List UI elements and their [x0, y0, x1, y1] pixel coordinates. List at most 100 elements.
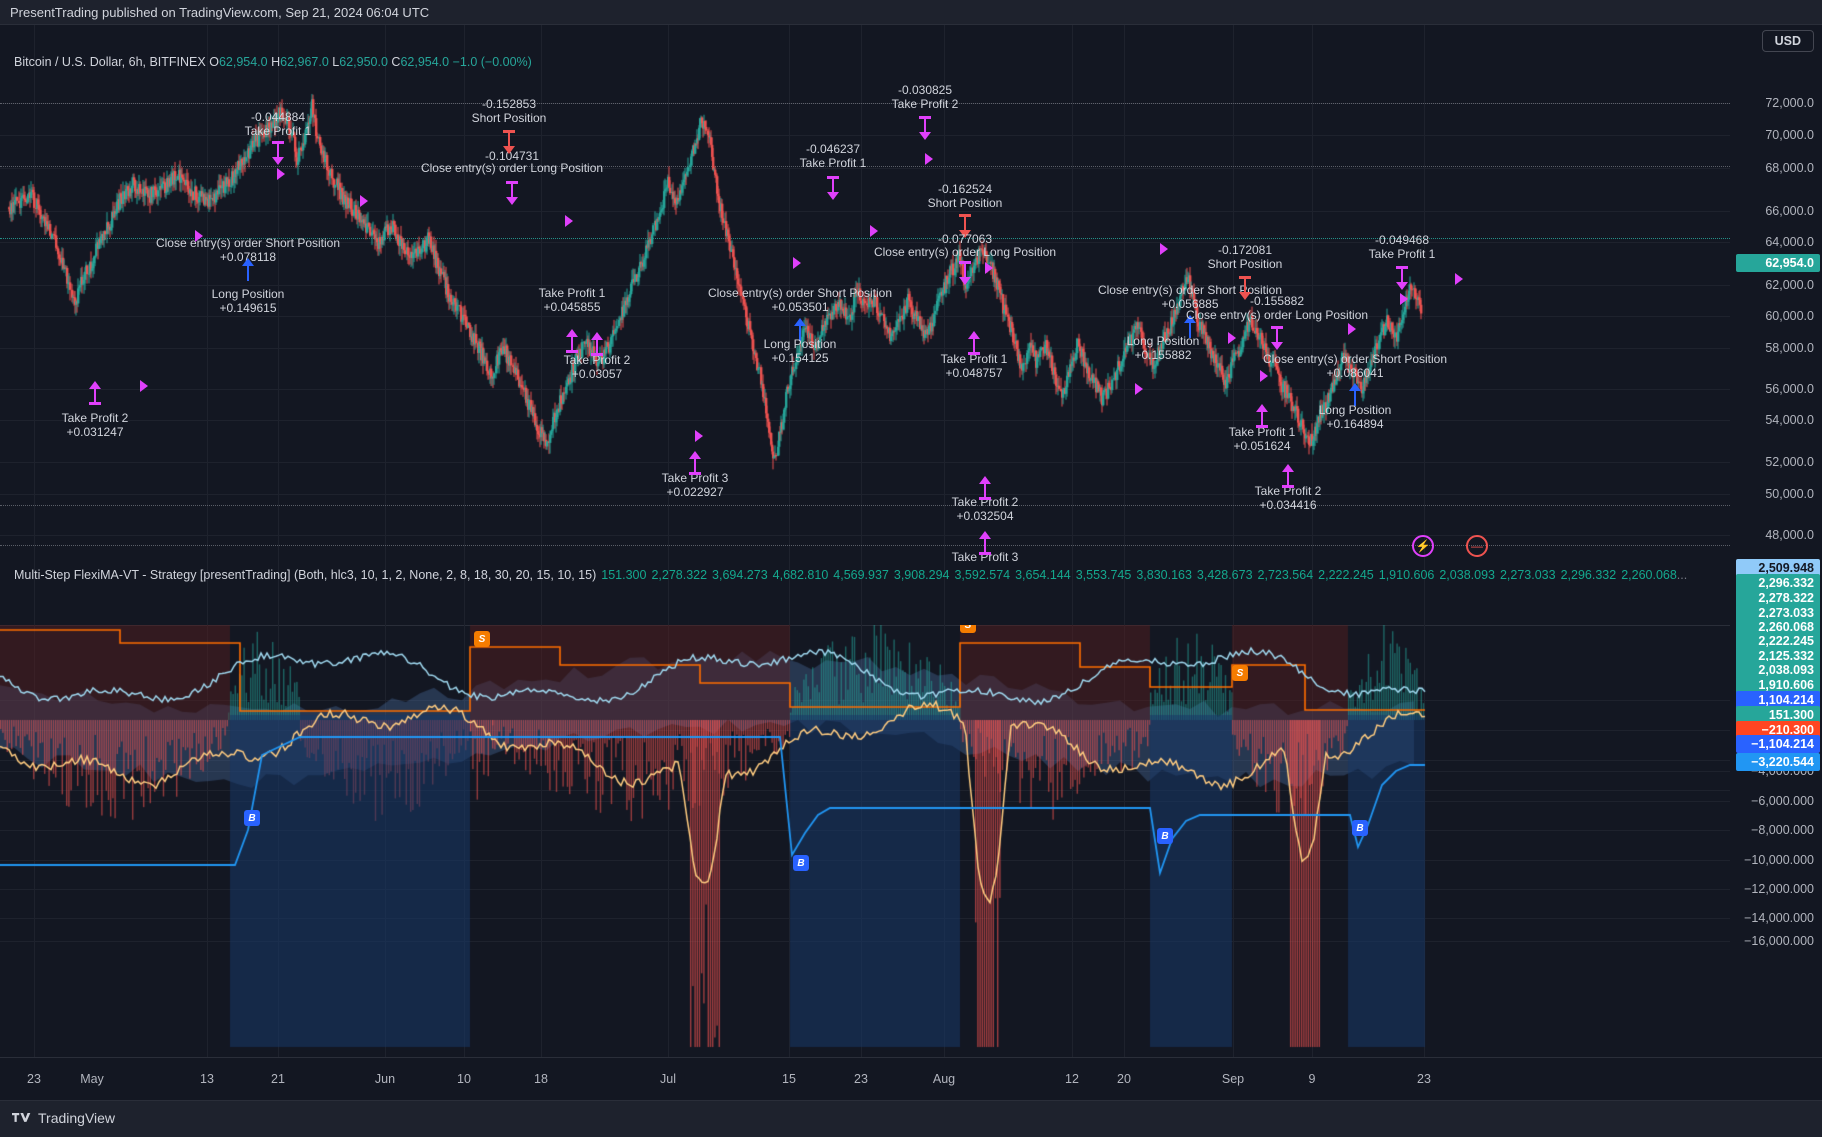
- trade-marker-down[interactable]: [826, 175, 840, 201]
- entry-triangle-marker[interactable]: [985, 262, 993, 274]
- buy-badge[interactable]: B: [244, 810, 260, 826]
- trade-marker-up[interactable]: [565, 328, 579, 354]
- entry-triangle-marker[interactable]: [1228, 332, 1236, 344]
- publish-text: PresentTrading published on TradingView.…: [10, 5, 429, 20]
- strategy-value: 3,592.574: [954, 568, 1010, 582]
- entry-triangle-marker[interactable]: [360, 195, 368, 207]
- trade-marker-down[interactable]: [958, 213, 972, 239]
- trade-marker-up[interactable]: [978, 475, 992, 501]
- trade-marker-down[interactable]: [502, 129, 516, 155]
- entry-triangle-marker[interactable]: [1260, 370, 1268, 382]
- flash-icon[interactable]: ⚡: [1412, 535, 1434, 557]
- entry-triangle-marker[interactable]: [195, 230, 203, 242]
- axis-tick-label: −12,000.000: [1744, 882, 1814, 896]
- date-tick-label: 23: [27, 1072, 41, 1086]
- indicator-value-badge: −3,220.544: [1736, 753, 1820, 771]
- entry-triangle-marker[interactable]: [140, 380, 148, 392]
- trade-marker-up[interactable]: [978, 530, 992, 556]
- date-tick-label: 18: [534, 1072, 548, 1086]
- entry-triangle-marker[interactable]: [565, 215, 573, 227]
- entry-triangle-marker[interactable]: [1135, 383, 1143, 395]
- date-tick-label: Jun: [375, 1072, 395, 1086]
- price-pane[interactable]: Take Profit 2+0.031247Close entry(s) ord…: [0, 25, 1730, 625]
- trade-marker-down[interactable]: [505, 180, 519, 206]
- trade-marker-up[interactable]: [967, 330, 981, 356]
- tradingview-chart-screenshot: PresentTrading published on TradingView.…: [0, 0, 1822, 1137]
- buy-badge[interactable]: B: [1352, 820, 1368, 836]
- indicator-pane[interactable]: S S S B B B B: [0, 625, 1730, 1057]
- trade-marker-down[interactable]: [271, 140, 285, 166]
- strategy-legend: Multi-Step FlexiMA-VT - Strategy [presen…: [14, 568, 1687, 582]
- entry-triangle-marker[interactable]: [1455, 273, 1463, 285]
- strategy-value: 151.300: [601, 568, 646, 582]
- change-value: −1.0 (−0.00%): [453, 55, 532, 69]
- strategy-title: Multi-Step FlexiMA-VT - Strategy [presen…: [14, 568, 596, 582]
- entry-triangle-marker[interactable]: [695, 430, 703, 442]
- date-tick-label: 12: [1065, 1072, 1079, 1086]
- trade-marker-up[interactable]: [1281, 463, 1295, 489]
- trade-marker-down[interactable]: [1270, 325, 1284, 351]
- entry-triangle-marker[interactable]: [1348, 323, 1356, 335]
- date-tick-label: 23: [1417, 1072, 1431, 1086]
- entry-triangle-marker[interactable]: [793, 257, 801, 269]
- trade-marker-up-blue[interactable]: [793, 317, 807, 343]
- open-label: O: [209, 55, 219, 69]
- strategy-value: 3,694.273: [712, 568, 768, 582]
- brand-bar: TradingView: [0, 1100, 1822, 1137]
- strategy-value: 3,830.163: [1136, 568, 1192, 582]
- axis-tick-label: −8,000.000: [1751, 823, 1814, 837]
- no-entry-icon[interactable]: —: [1466, 535, 1488, 557]
- date-tick-label: 10: [457, 1072, 471, 1086]
- entry-triangle-marker[interactable]: [870, 225, 878, 237]
- trade-marker-up[interactable]: [688, 450, 702, 476]
- trade-marker-down[interactable]: [918, 115, 932, 141]
- tradingview-brand[interactable]: TradingView: [12, 1110, 115, 1126]
- entry-triangle-marker[interactable]: [1400, 293, 1408, 305]
- trade-marker-down[interactable]: [1395, 265, 1409, 291]
- strategy-value: 2,278.322: [651, 568, 707, 582]
- date-tick-label: Sep: [1222, 1072, 1244, 1086]
- entry-triangle-marker[interactable]: [1160, 243, 1168, 255]
- entry-triangle-marker[interactable]: [277, 168, 285, 180]
- date-tick-label: 13: [200, 1072, 214, 1086]
- price-axis[interactable]: USD 72,000.070,000.068,000.066,000.064,0…: [1730, 25, 1822, 1057]
- sell-badge[interactable]: S: [960, 625, 976, 633]
- strategy-value: 3,908.294: [894, 568, 950, 582]
- buy-badge[interactable]: B: [1157, 828, 1173, 844]
- strategy-ellipsis: ...: [1677, 568, 1687, 582]
- sell-badge[interactable]: S: [1232, 665, 1248, 681]
- strategy-value: 3,654.144: [1015, 568, 1071, 582]
- date-tick-label: 20: [1117, 1072, 1131, 1086]
- time-axis[interactable]: 23May1321Jun1018Jul1523Aug1220Sep923: [0, 1057, 1822, 1100]
- trade-marker-up-blue[interactable]: [1348, 382, 1362, 408]
- strategy-value: 2,723.564: [1258, 568, 1314, 582]
- trade-marker-down[interactable]: [1238, 275, 1252, 301]
- strategy-value: 2,260.068: [1621, 568, 1677, 582]
- low-value: 62,950.0: [339, 55, 388, 69]
- trade-marker-up[interactable]: [88, 380, 102, 406]
- strategy-value: 4,569.937: [833, 568, 889, 582]
- close-value: 62,954.0: [400, 55, 449, 69]
- date-tick-label: Jul: [660, 1072, 676, 1086]
- trade-marker-up-blue[interactable]: [1183, 314, 1197, 340]
- axis-tick-label: −14,000.000: [1744, 911, 1814, 925]
- trade-marker-up-blue[interactable]: [241, 257, 255, 283]
- sell-badge[interactable]: S: [474, 631, 490, 647]
- axis-tick-label: 60,000.0: [1765, 309, 1814, 323]
- trade-marker-up[interactable]: [590, 331, 604, 357]
- strategy-value: 4,682.810: [773, 568, 829, 582]
- chart-frame: Take Profit 2+0.031247Close entry(s) ord…: [0, 25, 1822, 1100]
- strategy-value: 1,910.606: [1379, 568, 1435, 582]
- trade-marker-down[interactable]: [958, 260, 972, 286]
- currency-button[interactable]: USD: [1762, 30, 1814, 52]
- strategy-value: 2,038.093: [1439, 568, 1495, 582]
- axis-tick-label: 70,000.0: [1765, 128, 1814, 142]
- strategy-value: 3,553.745: [1076, 568, 1132, 582]
- buy-badge[interactable]: B: [793, 855, 809, 871]
- trade-marker-up[interactable]: [1255, 403, 1269, 429]
- axis-tick-label: −10,000.000: [1744, 853, 1814, 867]
- tradingview-logo-icon: [12, 1111, 32, 1125]
- entry-triangle-marker[interactable]: [925, 153, 933, 165]
- axis-tick-label: 58,000.0: [1765, 341, 1814, 355]
- strategy-value: 2,222.245: [1318, 568, 1374, 582]
